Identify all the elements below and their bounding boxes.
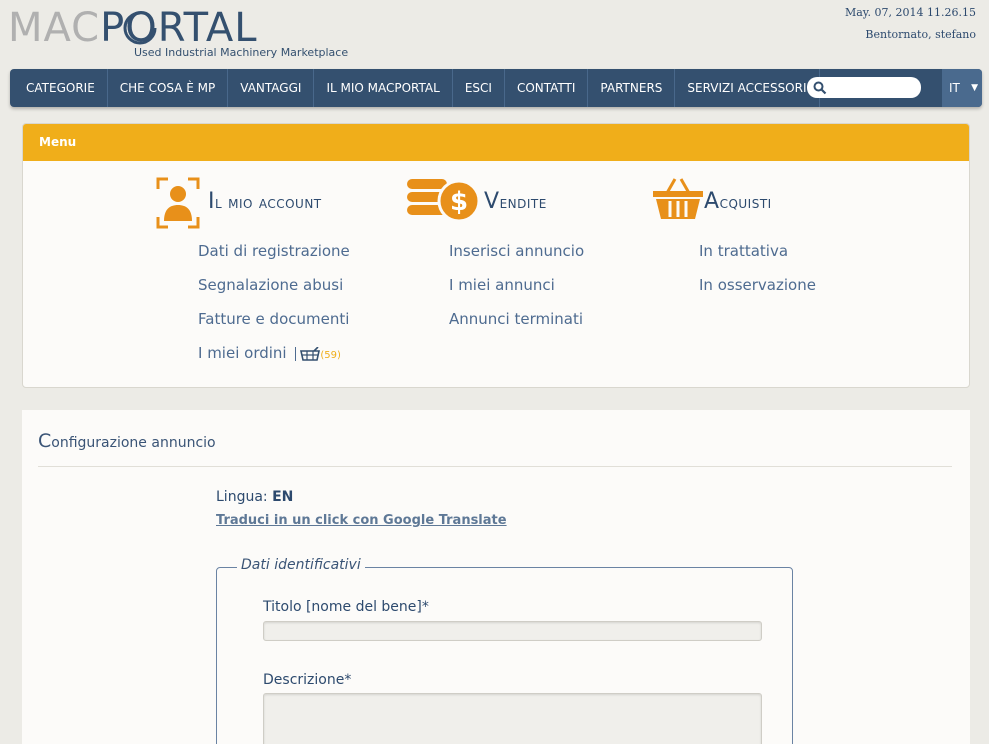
main-navbar: CATEGORIE CHE COSA È MP VANTAGGI IL MIO … — [10, 69, 982, 107]
menu-header: Menu — [23, 124, 969, 161]
titolo-label: Titolo [nome del bene]* — [263, 599, 429, 615]
vendite-links: Inserisci annuncio I miei annunci Annunc… — [449, 242, 584, 344]
language-select[interactable]: IT ▼ — [942, 69, 982, 107]
nav-il-mio-macportal[interactable]: IL MIO MACPORTAL — [314, 69, 453, 107]
acquisti-title-cap: A — [704, 189, 720, 214]
logo-wordmark: MACPORTAL — [8, 6, 338, 50]
chevron-down-icon: ▼ — [971, 83, 978, 93]
menu-section-acquisti-title[interactable]: Acquisti — [704, 189, 772, 214]
shopping-basket-icon — [653, 178, 703, 219]
divider — [38, 466, 952, 467]
descrizione-textarea[interactable] — [263, 693, 762, 744]
nav-categorie[interactable]: CATEGORIE — [10, 69, 108, 107]
acquisti-links: In trattativa In osservazione — [699, 242, 816, 310]
page-title-cap: C — [38, 430, 52, 452]
account-links: Dati di registrazione Segnalazione abusi… — [198, 242, 350, 378]
header-datetime: May. 07, 2014 11.26.15 — [844, 6, 976, 19]
config-panel: Configurazione annuncio Lingua: EN Tradu… — [22, 410, 970, 744]
link-segnalazione-abusi[interactable]: Segnalazione abusi — [198, 276, 350, 310]
link-annunci-terminati[interactable]: Annunci terminati — [449, 310, 584, 344]
header-info: May. 07, 2014 11.26.15 Bentornato, stefa… — [845, 2, 976, 46]
logo-mac: MAC — [8, 5, 101, 51]
nav-che-cosa-e-mp[interactable]: CHE COSA È MP — [108, 69, 229, 107]
link-inserisci-annuncio[interactable]: Inserisci annuncio — [449, 242, 584, 276]
vendite-title-cap: V — [484, 189, 500, 214]
vendite-title-rest: endite — [499, 193, 547, 213]
link-miei-ordini[interactable]: I miei ordini — [198, 344, 287, 362]
gear-icon — [123, 11, 157, 45]
nav-vantaggi[interactable]: VANTAGGI — [228, 69, 315, 107]
lingua-label: Lingua: — [216, 489, 268, 505]
header-user-greeting: Bentornato, stefano — [865, 28, 976, 41]
descrizione-label: Descrizione* — [263, 672, 352, 688]
menu-section-vendite-title[interactable]: Vendite — [484, 189, 547, 214]
menu-panel: Menu Il mio account Dati di registrazion… — [22, 123, 970, 388]
language-info: Lingua: EN — [216, 489, 293, 505]
page-title-rest: onfigurazione annuncio — [51, 435, 216, 451]
coins-dollar-icon: $ — [407, 179, 481, 223]
page-title: Configurazione annuncio — [38, 430, 216, 452]
site-logo[interactable]: MACPORTAL Used Industrial Machinery Mark… — [8, 6, 348, 64]
google-translate-link[interactable]: Traduci in un click con Google Translate — [216, 513, 507, 528]
nav-esci[interactable]: ESCI — [453, 69, 505, 107]
menu-section-account-title[interactable]: Il mio account — [208, 189, 322, 214]
logo-tagline: Used Industrial Machinery Marketplace — [134, 46, 349, 59]
fieldset-dati-identificativi: Dati identificativi Titolo [nome del ben… — [216, 557, 793, 744]
titolo-input[interactable] — [263, 621, 762, 641]
link-fatture-documenti[interactable]: Fatture e documenti — [198, 310, 350, 344]
nav-servizi-accessori[interactable]: SERVIZI ACCESSORI — [675, 69, 820, 107]
link-in-trattativa[interactable]: In trattativa — [699, 242, 816, 276]
link-miei-annunci[interactable]: I miei annunci — [449, 276, 584, 310]
nav-partners[interactable]: PARTNERS — [588, 69, 676, 107]
user-account-icon — [156, 177, 200, 229]
link-dati-registrazione[interactable]: Dati di registrazione — [198, 242, 350, 276]
search-icon[interactable] — [813, 81, 827, 95]
account-title-rest: l mio account — [215, 193, 322, 213]
cart-count-badge[interactable]: (59) — [320, 350, 341, 361]
acquisti-title-rest: cquisti — [719, 193, 772, 213]
search-input[interactable] — [807, 77, 921, 98]
link-in-osservazione[interactable]: In osservazione — [699, 276, 816, 310]
account-title-cap: I — [208, 189, 215, 214]
divider — [295, 346, 297, 361]
lingua-value: EN — [272, 489, 294, 505]
shopping-basket-icon[interactable] — [300, 345, 321, 361]
svg-text:$: $ — [450, 187, 468, 217]
fieldset-legend: Dati identificativi — [237, 557, 365, 573]
nav-contatti[interactable]: CONTATTI — [505, 69, 589, 107]
language-value: IT — [949, 81, 960, 95]
link-miei-ordini-row: I miei ordini (59) — [198, 344, 350, 378]
